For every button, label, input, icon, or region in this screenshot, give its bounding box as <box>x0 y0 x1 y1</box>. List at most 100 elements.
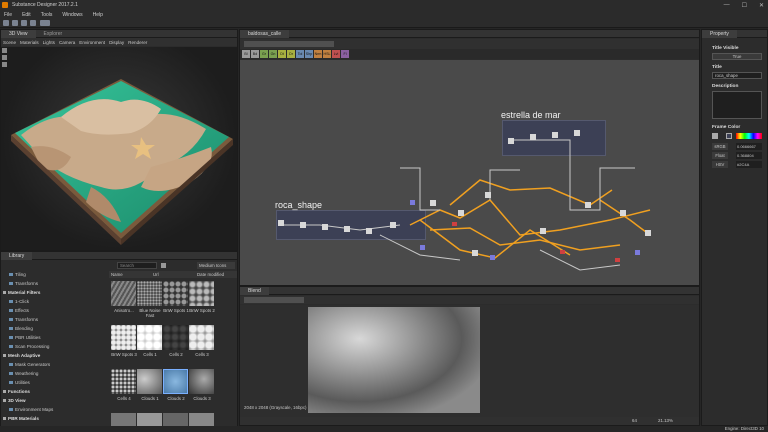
thumb-clouds-2[interactable] <box>163 369 188 394</box>
view3d-menu-camera[interactable]: Camera <box>59 40 75 45</box>
graph-wires <box>278 130 651 271</box>
tab-3d-view[interactable]: 3D View <box>1 29 36 38</box>
lib-tree-category[interactable]: Functions <box>1 387 105 396</box>
graph-canvas[interactable]: roca_shape estrella de mar <box>240 60 699 285</box>
color-picker-icon[interactable] <box>712 133 718 139</box>
lib-tree-category[interactable]: 3D View <box>1 396 105 405</box>
node-palette: Bl Bd Gr Gn Dt Dr Tol Shp Nrm HSL Lvl Fl <box>240 49 699 59</box>
lib-tree-item[interactable]: Mask Generators <box>1 360 105 369</box>
lib-tree-item[interactable]: Utilities <box>1 378 105 387</box>
tab-property[interactable]: Property <box>702 29 737 38</box>
title-visible-toggle[interactable]: True <box>712 53 762 60</box>
thumb-anisotropic[interactable] <box>111 281 136 306</box>
palette-node[interactable]: Dr <box>287 50 295 58</box>
palette-node[interactable]: Gn <box>269 50 277 58</box>
blend-statusbar: 64 21.13% <box>240 417 699 425</box>
description-input[interactable] <box>712 91 762 119</box>
lib-tree-item[interactable]: Transforms <box>1 315 105 324</box>
col-url[interactable]: Url <box>153 271 159 278</box>
view3d-menu-lights[interactable]: Lights <box>43 40 55 45</box>
col-name[interactable]: Name <box>111 271 123 278</box>
palette-node[interactable]: Nrm <box>314 50 322 58</box>
color-mode-hsv[interactable]: HSV <box>712 161 728 168</box>
menu-edit[interactable]: Edit <box>22 12 31 18</box>
thumb-bnw-spots-1[interactable] <box>163 281 188 306</box>
hue-bar[interactable] <box>736 133 762 139</box>
thumb-cells-2[interactable] <box>163 325 188 350</box>
lib-tree-item[interactable]: Blending <box>1 324 105 333</box>
layout-icon[interactable] <box>40 20 50 26</box>
maximize-button[interactable]: ☐ <box>742 2 747 9</box>
lib-tree-item[interactable]: Effects <box>1 306 105 315</box>
tab-library[interactable]: Library <box>1 251 33 260</box>
graph-tools[interactable] <box>244 41 334 47</box>
palette-node[interactable]: Bl <box>242 50 250 58</box>
view3d-menu-display[interactable]: Display <box>109 40 124 45</box>
save-all-icon[interactable] <box>30 20 36 26</box>
search-input[interactable]: Search <box>117 262 157 269</box>
thumb-blue-noise[interactable] <box>137 281 162 306</box>
palette-node[interactable]: Tol <box>296 50 304 58</box>
thumb-cells-3[interactable] <box>189 325 214 350</box>
color-value-1[interactable]: 0.0666667 <box>736 143 762 150</box>
minimize-button[interactable]: — <box>724 2 730 8</box>
color-value-3[interactable]: #2C4A <box>736 161 762 168</box>
rotate-tool-icon[interactable] <box>2 48 7 53</box>
lib-tree-item[interactable]: Scan Processing <box>1 342 105 351</box>
tab-blend[interactable]: Blend <box>240 286 269 295</box>
color-mode-float[interactable]: Float <box>712 152 728 159</box>
lib-tree-category[interactable]: Mesh Adaptive <box>1 351 105 360</box>
thumb-cells-1[interactable] <box>137 325 162 350</box>
tab-graph[interactable]: baldosas_calle <box>240 29 290 38</box>
zoom-level[interactable]: 21.13% <box>658 418 673 423</box>
menu-windows[interactable]: Windows <box>62 12 82 18</box>
lib-tree-category[interactable]: Material Filters <box>1 288 105 297</box>
save-icon[interactable] <box>21 20 27 26</box>
palette-node[interactable]: Bd <box>251 50 259 58</box>
palette-node[interactable]: Shp <box>305 50 313 58</box>
view3d-menu-environment[interactable]: Environment <box>79 40 105 45</box>
thumb-bnw-spots-3[interactable] <box>111 325 136 350</box>
lib-tree-item[interactable]: 1-Click <box>1 297 105 306</box>
lib-tree-item[interactable]: Weathering <box>1 369 105 378</box>
lib-tree-item[interactable]: PBR Utilities <box>1 333 105 342</box>
blend-viewport[interactable]: 2048 x 2048 (Grayscale, 16bpc) <box>240 305 699 417</box>
view3d-menu-scene[interactable]: Scene <box>3 40 16 45</box>
color-value-2[interactable]: 0.368804 <box>736 152 762 159</box>
title-input[interactable]: roca_shape <box>712 72 762 79</box>
thumb-clouds-3[interactable] <box>189 369 214 394</box>
open-icon[interactable] <box>12 20 18 26</box>
menu-file[interactable]: File <box>4 12 12 18</box>
color-mode-srgb[interactable]: sRGB <box>712 143 728 150</box>
pan-tool-icon[interactable] <box>2 55 7 60</box>
description-label: Description <box>712 84 739 89</box>
thumb-bnw-spots-2[interactable] <box>189 281 214 306</box>
palette-node[interactable]: Dt <box>278 50 286 58</box>
lib-tree-item[interactable]: Environment Maps <box>1 405 105 414</box>
close-button[interactable]: ✕ <box>759 2 764 9</box>
thumb-clouds-1[interactable] <box>137 369 162 394</box>
view3d-menu-renderer[interactable]: Renderer <box>128 40 147 45</box>
palette-node[interactable]: Fl <box>341 50 349 58</box>
palette-node[interactable]: HSL <box>323 50 331 58</box>
col-date[interactable]: Date modified <box>197 271 224 278</box>
view3d-viewport[interactable] <box>1 47 237 250</box>
zoom-tool-icon[interactable] <box>2 62 7 67</box>
menu-tools[interactable]: Tools <box>41 12 53 18</box>
palette-node[interactable]: Gr <box>260 50 268 58</box>
filter-icon[interactable] <box>161 263 166 268</box>
lib-tree-category[interactable]: PBR Materials <box>1 414 105 423</box>
menu-help[interactable]: Help <box>93 12 103 18</box>
lib-tree-item[interactable]: Transforms <box>1 279 105 288</box>
thumb-cells-4[interactable] <box>111 369 136 394</box>
view3d-menu: Scene Materials Lights Camera Environmen… <box>1 38 237 46</box>
lib-tree-item[interactable]: Tiling <box>1 270 105 279</box>
tab-explorer[interactable]: Explorer <box>36 30 71 38</box>
new-icon[interactable] <box>3 20 9 26</box>
color-swatch[interactable] <box>726 133 732 139</box>
palette-node[interactable]: Lvl <box>332 50 340 58</box>
view-mode-select[interactable]: Medium Icons <box>197 262 235 269</box>
blend-tools[interactable] <box>244 297 304 303</box>
terrain-render <box>11 79 233 245</box>
view3d-menu-materials[interactable]: Materials <box>20 40 39 45</box>
